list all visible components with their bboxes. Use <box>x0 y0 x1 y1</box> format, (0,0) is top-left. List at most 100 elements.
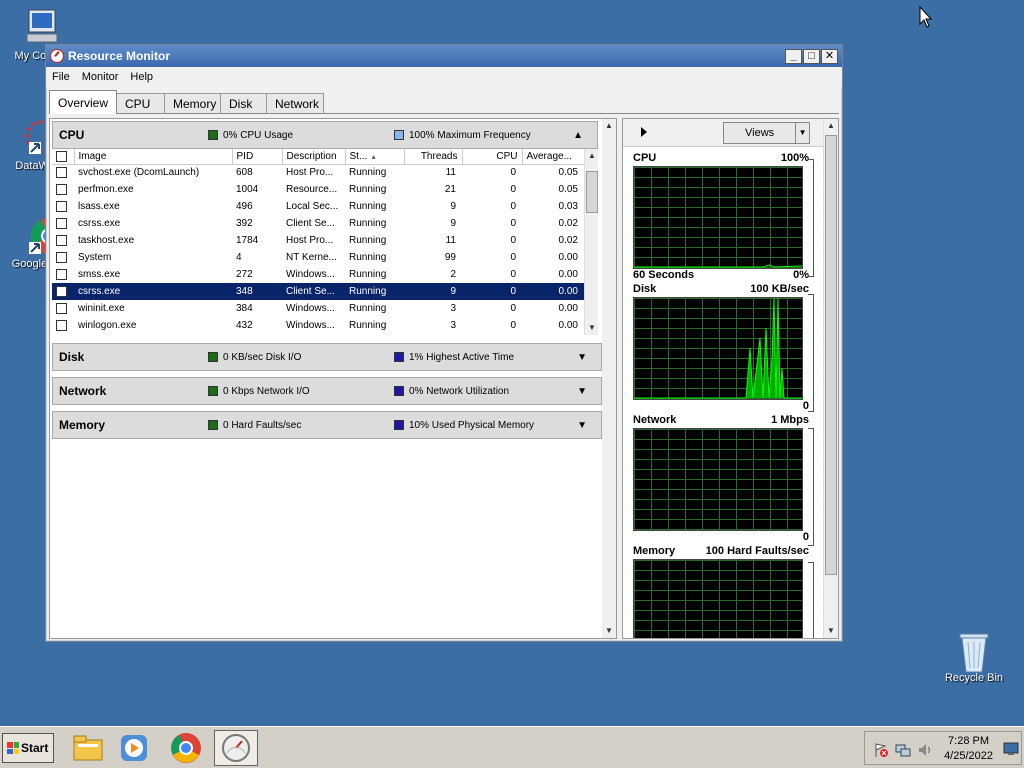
show-desktop-icon[interactable] <box>1003 742 1019 759</box>
table-row[interactable]: winlogon.exe 432 Windows... Running 3 0 0.00 <box>52 317 584 334</box>
column-header-status[interactable]: St... ▲ <box>345 149 405 165</box>
expand-arrow-icon[interactable]: ▼ <box>577 420 587 431</box>
left-pane-scrollbar[interactable]: ▲ ▼ <box>602 119 616 638</box>
cell-threads: 11 <box>445 235 456 246</box>
column-header-pid[interactable]: PID <box>232 149 283 165</box>
memory-section-header[interactable]: Memory 0 Hard Faults/sec 10% Used Physic… <box>52 411 602 439</box>
recycle-bin-icon[interactable]: Recycle Bin <box>939 630 1009 684</box>
memory-graph <box>633 559 803 638</box>
max-frequency-swatch <box>394 130 404 140</box>
row-checkbox[interactable] <box>52 317 74 334</box>
row-checkbox[interactable] <box>52 266 74 283</box>
row-checkbox[interactable] <box>52 164 74 181</box>
tab-network[interactable]: Network <box>266 93 325 114</box>
title-bar[interactable]: Resource Monitor _ □ ✕ <box>46 45 842 67</box>
table-row[interactable]: taskhost.exe 1784 Host Pro... Running 11 0 0.0… <box>52 232 584 249</box>
cell-status: Running <box>349 167 387 179</box>
mouse-cursor-icon <box>919 5 933 31</box>
menu-help[interactable]: Help <box>130 71 153 83</box>
clock-time: 7:28 PM <box>948 735 990 747</box>
scroll-thumb[interactable] <box>586 171 598 213</box>
table-row[interactable]: svchost.exe (DcomLaunch) 608 Host Pro... Ru… <box>52 164 584 181</box>
cell-pid: 1004 <box>236 184 259 195</box>
cell-cpu: 0 <box>510 269 516 280</box>
process-table-scrollbar[interactable]: ▲ ▼ <box>584 149 598 335</box>
menu-monitor[interactable]: Monitor <box>82 71 119 83</box>
close-button[interactable]: ✕ <box>821 48 838 64</box>
tab-overview[interactable]: Overview <box>49 90 118 114</box>
clock[interactable]: 7:28 PM 4/25/2022 <box>944 734 993 764</box>
tab-memory[interactable]: Memory <box>164 93 222 114</box>
row-checkbox[interactable] <box>52 232 74 249</box>
action-center-flag-icon[interactable] <box>873 742 889 761</box>
table-row[interactable]: smss.exe 272 Windows... Running 2 0 0.00 <box>52 266 584 283</box>
volume-icon[interactable] <box>917 742 933 761</box>
expand-arrow-icon[interactable]: ▼ <box>577 386 587 397</box>
media-player-taskbar-icon[interactable] <box>112 730 156 766</box>
disk-io-swatch <box>208 352 218 362</box>
scroll-up-arrow-icon[interactable]: ▲ <box>824 119 838 133</box>
table-row[interactable]: csrss.exe 392 Client Se... Running 9 0 0.02 <box>52 215 584 232</box>
column-header-threads[interactable]: Threads <box>404 149 463 165</box>
network-io-metric: 0 Kbps Network I/O <box>223 385 310 397</box>
resource-monitor-taskbar-icon[interactable] <box>214 730 258 766</box>
network-section-title: Network <box>59 384 107 398</box>
tab-cpu[interactable]: CPU <box>116 93 166 114</box>
scroll-up-arrow-icon[interactable]: ▲ <box>602 119 616 133</box>
column-header-description[interactable]: Description <box>282 149 346 165</box>
row-checkbox[interactable] <box>52 249 74 266</box>
table-row[interactable]: System 4 NT Kerne... Running 99 0 0.00 <box>52 249 584 266</box>
scroll-up-arrow-icon[interactable]: ▲ <box>585 149 599 163</box>
start-button[interactable]: Start <box>2 733 54 763</box>
row-checkbox[interactable] <box>52 215 74 232</box>
views-dropdown[interactable]: Views ▼ <box>723 122 810 144</box>
cell-status: Running <box>345 283 404 300</box>
cell-threads: 9 <box>450 218 456 229</box>
windows-logo-icon <box>7 742 19 754</box>
chrome-taskbar-icon[interactable] <box>164 730 208 766</box>
scroll-thumb[interactable] <box>825 135 837 575</box>
collapse-pane-icon[interactable] <box>641 127 647 137</box>
scroll-down-arrow-icon[interactable]: ▼ <box>585 321 599 335</box>
memory-section-title: Memory <box>59 418 106 432</box>
column-header-cpu[interactable]: CPU <box>462 149 523 165</box>
table-row[interactable]: lsass.exe 496 Local Sec... Running 9 0 0.03 <box>52 198 584 215</box>
network-section-header[interactable]: Network 0 Kbps Network I/O 0% Network Ut… <box>52 377 602 405</box>
graph-scale-bracket <box>808 562 814 638</box>
cpu-section-header[interactable]: CPU 0% CPU Usage 100% Maximum Frequency … <box>52 121 598 149</box>
maximize-button[interactable]: □ <box>803 48 820 64</box>
scroll-down-arrow-icon[interactable]: ▼ <box>824 624 838 638</box>
column-header-average[interactable]: Average... <box>522 149 585 165</box>
scroll-down-arrow-icon[interactable]: ▼ <box>602 624 616 638</box>
cell-cpu: 0 <box>510 218 516 229</box>
select-all-checkbox[interactable] <box>52 149 75 165</box>
cell-image: perfmon.exe <box>78 184 134 195</box>
row-checkbox[interactable] <box>52 198 74 215</box>
network-tray-icon[interactable] <box>895 742 911 761</box>
menu-file[interactable]: File <box>52 71 70 83</box>
sort-asc-icon: ▲ <box>370 153 378 161</box>
cpu-graph-header: CPU 100% <box>633 152 809 166</box>
cell-image: csrss.exe <box>78 218 121 229</box>
cell-image: wininit.exe <box>78 303 125 314</box>
cell-image: lsass.exe <box>78 201 120 212</box>
disk-section-header[interactable]: Disk 0 KB/sec Disk I/O 1% Highest Active… <box>52 343 602 371</box>
expand-arrow-icon[interactable]: ▼ <box>577 352 587 363</box>
minimize-button[interactable]: _ <box>785 48 802 64</box>
table-row[interactable]: csrss.exe 348 Client Se... Running 9 0 0.00 <box>52 283 584 300</box>
collapse-arrow-icon[interactable]: ▲ <box>573 130 583 141</box>
cell-threads: 9 <box>404 283 462 300</box>
graphs-scrollbar[interactable]: ▲ ▼ <box>823 119 838 638</box>
table-row[interactable]: perfmon.exe 1004 Resource... Running 21 0 0.05 <box>52 181 584 198</box>
cpu-graph-footer: 60 Seconds 0% <box>633 269 809 283</box>
column-header-image[interactable]: Image <box>74 149 233 165</box>
row-checkbox[interactable] <box>52 300 74 317</box>
row-checkbox[interactable] <box>52 283 74 300</box>
tab-disk[interactable]: Disk <box>220 93 268 114</box>
row-checkbox[interactable] <box>52 181 74 198</box>
explorer-taskbar-icon[interactable] <box>66 730 110 766</box>
hard-faults-swatch <box>208 420 218 430</box>
table-row[interactable]: wininit.exe 384 Windows... Running 3 0 0.00 <box>52 300 584 317</box>
cpu-graph <box>633 166 803 269</box>
cell-avg: 0.00 <box>558 252 578 263</box>
